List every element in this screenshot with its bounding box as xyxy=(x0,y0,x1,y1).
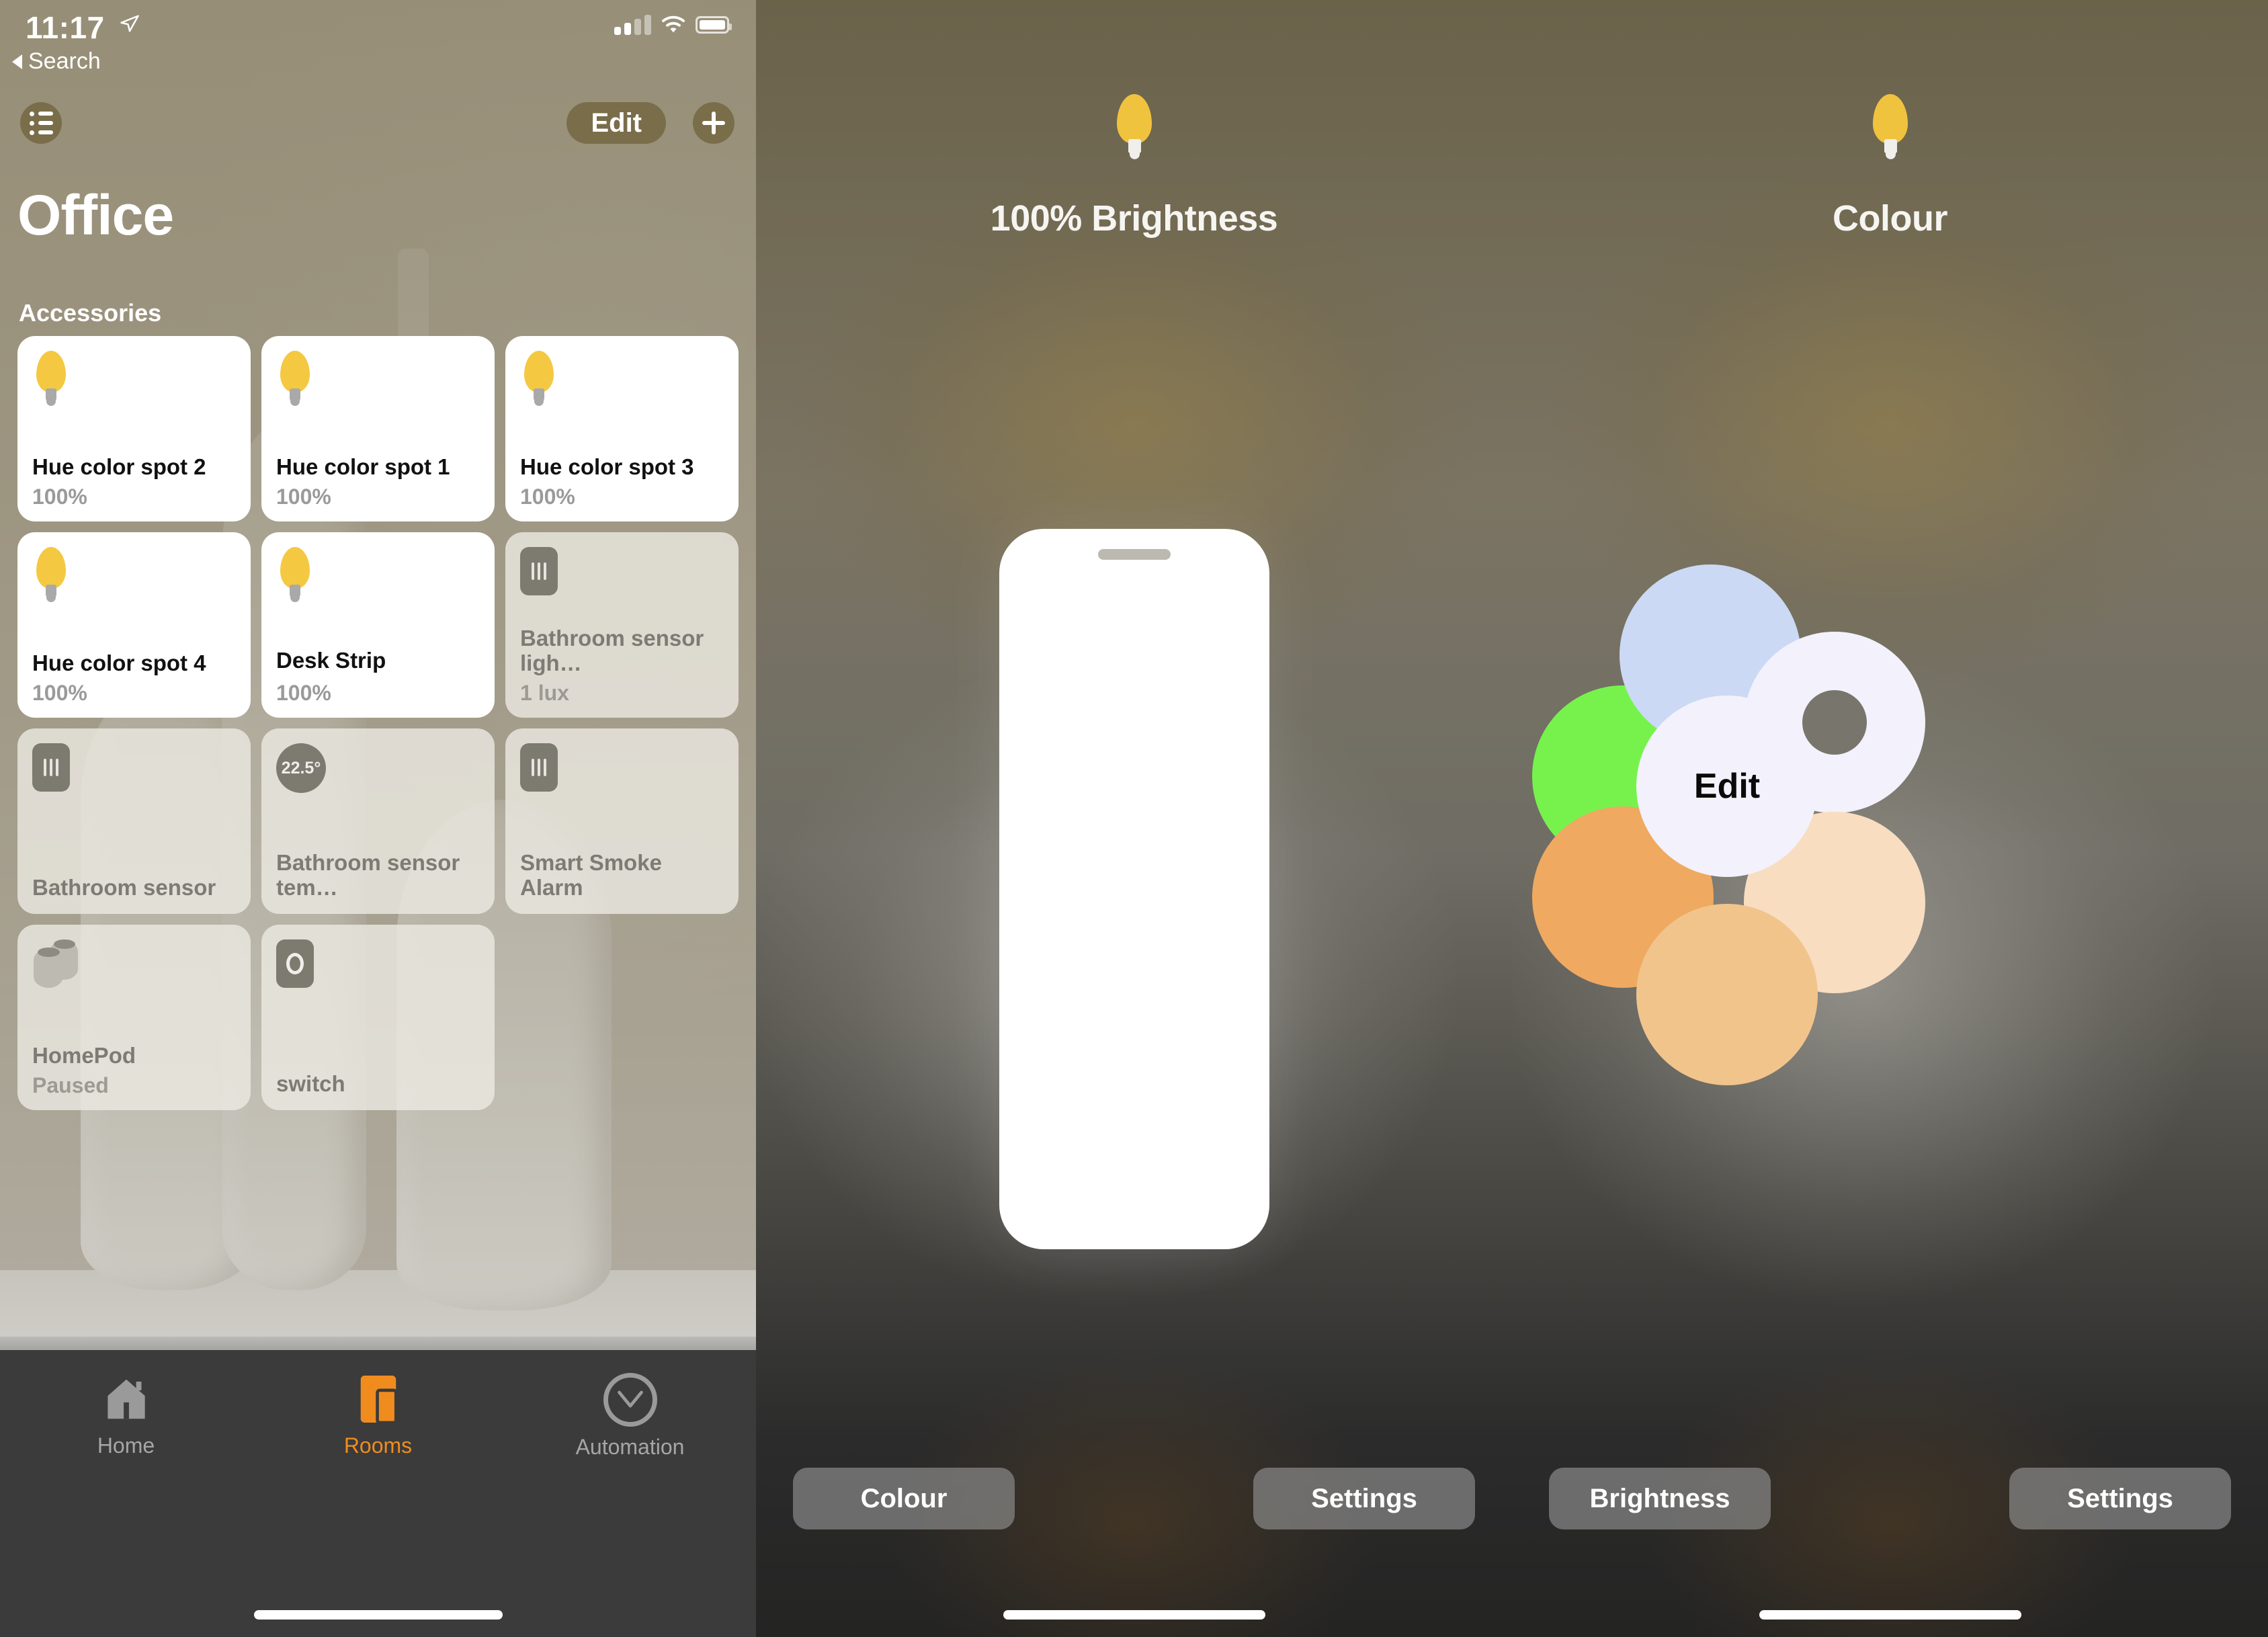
back-to-search-link[interactable]: Search xyxy=(12,48,101,75)
tab-automation[interactable]: Automation xyxy=(504,1373,756,1637)
add-accessory-button[interactable] xyxy=(693,102,734,144)
accessory-name: Hue color spot 3 xyxy=(520,454,694,480)
room-nav-row: Edit xyxy=(0,94,756,161)
three-panel-screenshot: 11:17 Search Edit Office Accessories Hue… xyxy=(0,0,2268,1637)
temperature-icon: 22.5° xyxy=(276,743,480,808)
cellular-signal-icon xyxy=(614,15,651,35)
accessories-grid: Hue color spot 2 100% Hue color spot 1 1… xyxy=(17,336,739,1110)
accessory-tile-hue-color-spot-2[interactable]: Hue color spot 2 100% xyxy=(17,336,251,521)
accessory-name: Hue color spot 2 xyxy=(32,454,206,480)
temperature-value: 22.5° xyxy=(276,743,326,793)
rooms-icon xyxy=(360,1376,398,1425)
homepod-icon xyxy=(32,939,236,1004)
colour-swatch-wheel: Edit xyxy=(1512,558,2268,1163)
wifi-icon xyxy=(662,15,685,33)
status-time: 11:17 xyxy=(26,10,105,45)
colour-screen: Colour Edit Brightness Settings xyxy=(1512,0,2268,1637)
brightness-screen: 100% Brightness Colour Settings xyxy=(756,0,1512,1637)
accessory-status: 100% xyxy=(32,681,87,705)
accessory-status: 100% xyxy=(276,681,331,705)
lightbulb-icon xyxy=(1113,94,1156,164)
switch-icon xyxy=(276,939,480,1004)
status-icons xyxy=(614,15,732,35)
colour-title: Colour xyxy=(1833,198,1947,239)
edit-button[interactable]: Edit xyxy=(566,102,666,144)
accessory-tile-hue-color-spot-4[interactable]: Hue color spot 4 100% xyxy=(17,532,251,718)
tab-label: Home xyxy=(97,1433,155,1458)
accessory-tile-hue-color-spot-3[interactable]: Hue color spot 3 100% xyxy=(505,336,739,521)
colour-header: Colour xyxy=(1512,94,2268,239)
accessory-tile-smart-smoke-alarm[interactable]: Smart Smoke Alarm xyxy=(505,728,739,914)
room-list-button[interactable] xyxy=(20,102,62,144)
brightness-button[interactable]: Brightness xyxy=(1549,1468,1771,1529)
back-chevron-icon xyxy=(12,54,22,69)
tab-home[interactable]: Home xyxy=(0,1373,252,1637)
automation-clock-icon xyxy=(603,1373,657,1427)
home-icon xyxy=(107,1379,145,1419)
colour-swatch-tan[interactable] xyxy=(1636,904,1818,1085)
brightness-title: 100% Brightness xyxy=(990,198,1278,239)
settings-button[interactable]: Settings xyxy=(1253,1468,1475,1529)
battery-icon xyxy=(696,16,732,34)
accessory-name: Hue color spot 4 xyxy=(32,650,206,676)
brightness-header: 100% Brightness xyxy=(756,94,1512,239)
tab-bar: Home Rooms Automation xyxy=(0,1337,756,1637)
page-title: Office xyxy=(17,183,174,247)
lightbulb-icon xyxy=(1869,94,1912,164)
tab-label: Automation xyxy=(575,1435,685,1459)
accessory-tile-bathroom-sensor-light[interactable]: Bathroom sensor ligh… 1 lux xyxy=(505,532,739,718)
accessories-section-label: Accessories xyxy=(19,299,162,327)
accessory-name: Smart Smoke Alarm xyxy=(520,850,662,900)
lightbulb-icon xyxy=(276,351,480,415)
plus-icon xyxy=(702,112,725,134)
tab-label: Rooms xyxy=(343,1433,413,1458)
accessory-status: 100% xyxy=(520,485,575,509)
location-arrow-icon xyxy=(120,15,139,32)
brightness-actions: Colour Settings xyxy=(756,1468,1512,1529)
tab-rooms[interactable]: Rooms xyxy=(252,1373,504,1637)
home-indicator[interactable] xyxy=(253,1610,503,1620)
accessory-tile-bathroom-sensor-temperature[interactable]: 22.5° Bathroom sensor tem… xyxy=(261,728,495,914)
sensor-icon xyxy=(32,743,236,808)
drag-handle-icon[interactable] xyxy=(1097,549,1171,560)
accessory-status: Paused xyxy=(32,1073,109,1097)
room-screen: 11:17 Search Edit Office Accessories Hue… xyxy=(0,0,756,1637)
sensor-icon xyxy=(520,547,724,612)
status-bar: 11:17 xyxy=(0,0,756,60)
colour-actions: Brightness Settings xyxy=(1512,1468,2268,1529)
accessory-status: 100% xyxy=(32,485,87,509)
accessory-status: 100% xyxy=(276,485,331,509)
accessory-status: 1 lux xyxy=(520,681,569,705)
home-indicator[interactable] xyxy=(1759,1610,2021,1620)
accessory-name: Bathroom sensor xyxy=(32,875,216,900)
edit-label: Edit xyxy=(1693,767,1761,806)
home-indicator[interactable] xyxy=(1003,1610,1265,1620)
back-label: Search xyxy=(28,48,101,74)
brightness-slider[interactable] xyxy=(999,529,1269,1249)
colour-button[interactable]: Colour xyxy=(793,1468,1015,1529)
accessory-name: Bathroom sensor tem… xyxy=(276,850,460,900)
accessory-tile-desk-strip[interactable]: Desk Strip 100% xyxy=(261,532,495,718)
accessory-name: Desk Strip xyxy=(276,648,386,673)
accessory-name: Bathroom sensor ligh… xyxy=(520,626,704,676)
sensor-icon xyxy=(520,743,724,808)
accessory-tile-bathroom-sensor[interactable]: Bathroom sensor xyxy=(17,728,251,914)
accessory-name: HomePod xyxy=(32,1043,136,1068)
settings-button[interactable]: Settings xyxy=(2009,1468,2231,1529)
list-icon xyxy=(29,111,53,135)
accessory-tile-homepod[interactable]: HomePod Paused xyxy=(17,925,251,1110)
lightbulb-icon xyxy=(32,547,236,612)
lightbulb-icon xyxy=(520,351,724,415)
edit-colours-button[interactable]: Edit xyxy=(1636,696,1818,877)
ring-hole xyxy=(1802,690,1867,755)
accessory-name: Hue color spot 1 xyxy=(276,454,450,480)
accessory-tile-hue-color-spot-1[interactable]: Hue color spot 1 100% xyxy=(261,336,495,521)
lightbulb-icon xyxy=(32,351,236,415)
accessory-tile-switch[interactable]: switch xyxy=(261,925,495,1110)
accessory-name: switch xyxy=(276,1071,345,1097)
lightbulb-icon xyxy=(276,547,480,612)
